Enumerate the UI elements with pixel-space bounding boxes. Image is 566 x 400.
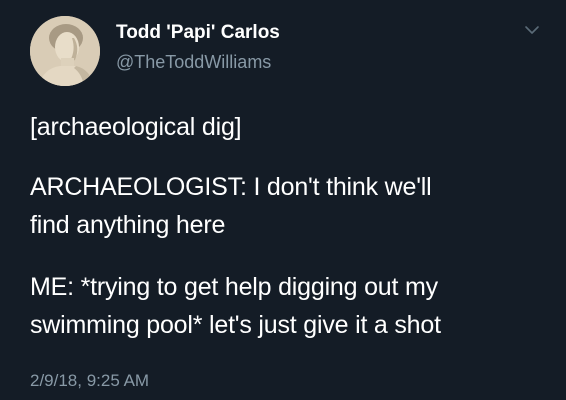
tweet-paragraph: ARCHAEOLOGIST: I don't think we'll find … [30, 168, 550, 244]
tweet-paragraph: [archaeological dig] [30, 108, 550, 146]
tweet-paragraph: ME: *trying to get help digging out my s… [30, 268, 550, 344]
tweet-line: ARCHAEOLOGIST: I don't think we'll [30, 173, 432, 201]
tweet-line: ME: *trying to get help digging out my [30, 273, 438, 301]
author-handle[interactable]: @TheToddWilliams [116, 52, 271, 73]
tweet-line: [archaeological dig] [30, 113, 242, 141]
author-display-name[interactable]: Todd 'Papi' Carlos [116, 22, 280, 44]
tweet-timestamp[interactable]: 2/9/18, 9:25 AM [30, 371, 149, 391]
tweet-line: find anything here [30, 211, 226, 239]
avatar[interactable] [30, 16, 100, 86]
tweet-card: Todd 'Papi' Carlos @TheToddWilliams [arc… [0, 0, 566, 400]
tweet-line: swimming pool* let's just give it a shot [30, 311, 441, 339]
chevron-down-icon[interactable] [524, 24, 540, 36]
statue-bust-icon [30, 16, 100, 86]
